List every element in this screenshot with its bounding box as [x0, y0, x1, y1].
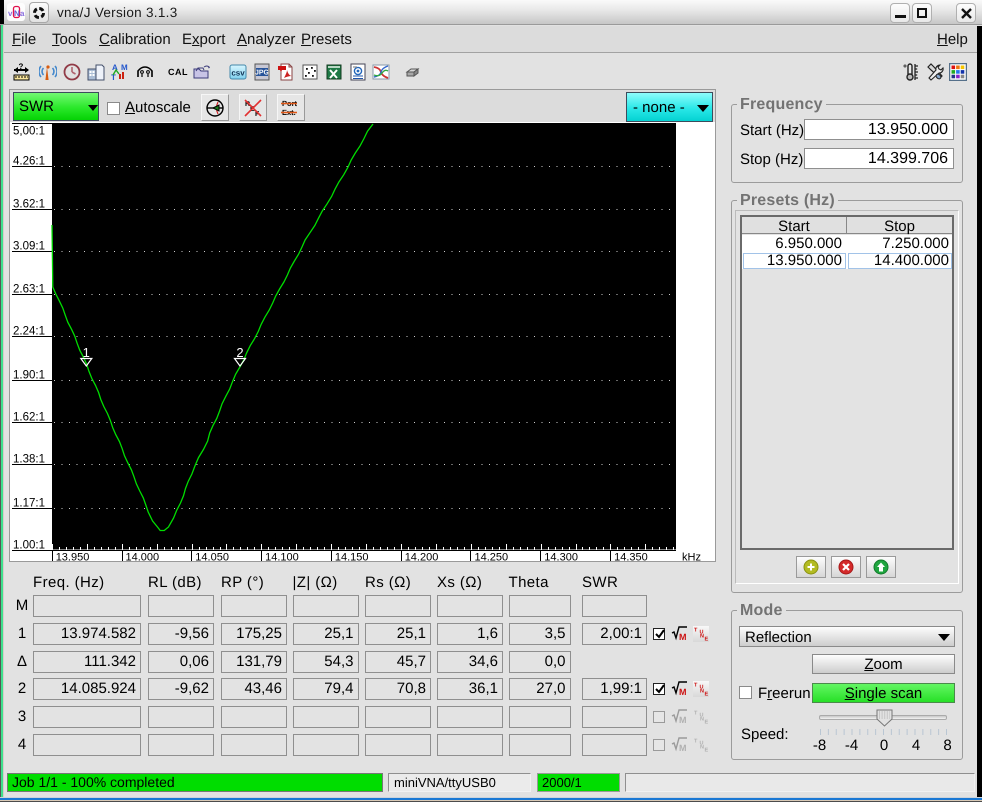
svg-text:T: T — [694, 739, 698, 745]
svg-text:14.200: 14.200 — [405, 552, 439, 562]
svg-text:3.09:1: 3.09:1 — [13, 241, 45, 253]
svg-text:14.150: 14.150 — [335, 552, 369, 562]
svg-text:3.62:1: 3.62:1 — [13, 199, 45, 211]
svg-text:N: N — [700, 745, 704, 751]
svg-text:1.38:1: 1.38:1 — [13, 454, 45, 466]
svg-text:E: E — [705, 720, 709, 726]
svg-text:N: N — [700, 634, 704, 640]
svg-text:14.250: 14.250 — [475, 552, 509, 562]
svg-text:csv: csv — [231, 69, 245, 78]
svg-text:N: N — [700, 689, 704, 695]
svg-text:?: ? — [19, 63, 24, 71]
svg-text:14.050: 14.050 — [195, 552, 229, 562]
svg-text:N: N — [700, 717, 704, 723]
svg-text:4.26:1: 4.26:1 — [13, 156, 45, 168]
svg-text:5,00:1: 5,00:1 — [13, 126, 45, 138]
svg-text:E: E — [705, 748, 709, 754]
svg-text:M: M — [679, 743, 687, 753]
svg-text:1: 1 — [83, 345, 90, 360]
svg-text:14.350: 14.350 — [614, 552, 648, 562]
svg-text:1.62:1: 1.62:1 — [13, 412, 45, 424]
svg-text:14.100: 14.100 — [265, 552, 299, 562]
svg-text:1.00:1: 1.00:1 — [13, 540, 45, 552]
svg-text:M: M — [121, 63, 128, 72]
svg-text:13.950: 13.950 — [56, 552, 90, 562]
svg-text:v: v — [8, 9, 13, 18]
svg-text:2.24:1: 2.24:1 — [13, 326, 45, 338]
svg-text:14.300: 14.300 — [544, 552, 578, 562]
svg-text:a: a — [20, 9, 25, 18]
svg-text:2: 2 — [236, 345, 243, 360]
svg-text:2.63:1: 2.63:1 — [13, 284, 45, 296]
svg-text:JPG: JPG — [255, 70, 270, 77]
svg-text:M: M — [679, 632, 687, 642]
svg-text:E: E — [705, 692, 709, 698]
svg-text:T: T — [694, 711, 698, 717]
svg-text:1.90:1: 1.90:1 — [13, 370, 45, 382]
svg-text:1.17:1: 1.17:1 — [13, 498, 45, 510]
svg-text:14.000: 14.000 — [126, 552, 160, 562]
svg-text:M: M — [679, 715, 687, 725]
svg-text:kHz: kHz — [682, 552, 701, 562]
svg-text:M: M — [679, 687, 687, 697]
svg-text:E: E — [705, 637, 709, 643]
